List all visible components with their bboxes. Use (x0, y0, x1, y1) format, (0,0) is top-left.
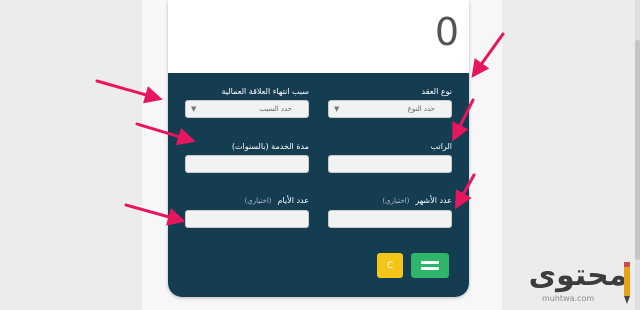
logo-text: محتوى (528, 258, 628, 293)
arrow-icon (95, 79, 163, 104)
scrollbar-thumb[interactable] (635, 40, 640, 260)
logo-url: muhtwa.com (542, 294, 595, 303)
arrow-icon (124, 203, 186, 226)
arrow-icon (452, 98, 475, 142)
pencil-icon (624, 262, 630, 304)
site-logo: محتوى muhtwa.com (528, 258, 638, 310)
scrollbar[interactable] (635, 0, 640, 310)
arrow-icon (471, 32, 505, 78)
arrow-icon (135, 122, 196, 146)
arrow-icon (455, 173, 476, 210)
